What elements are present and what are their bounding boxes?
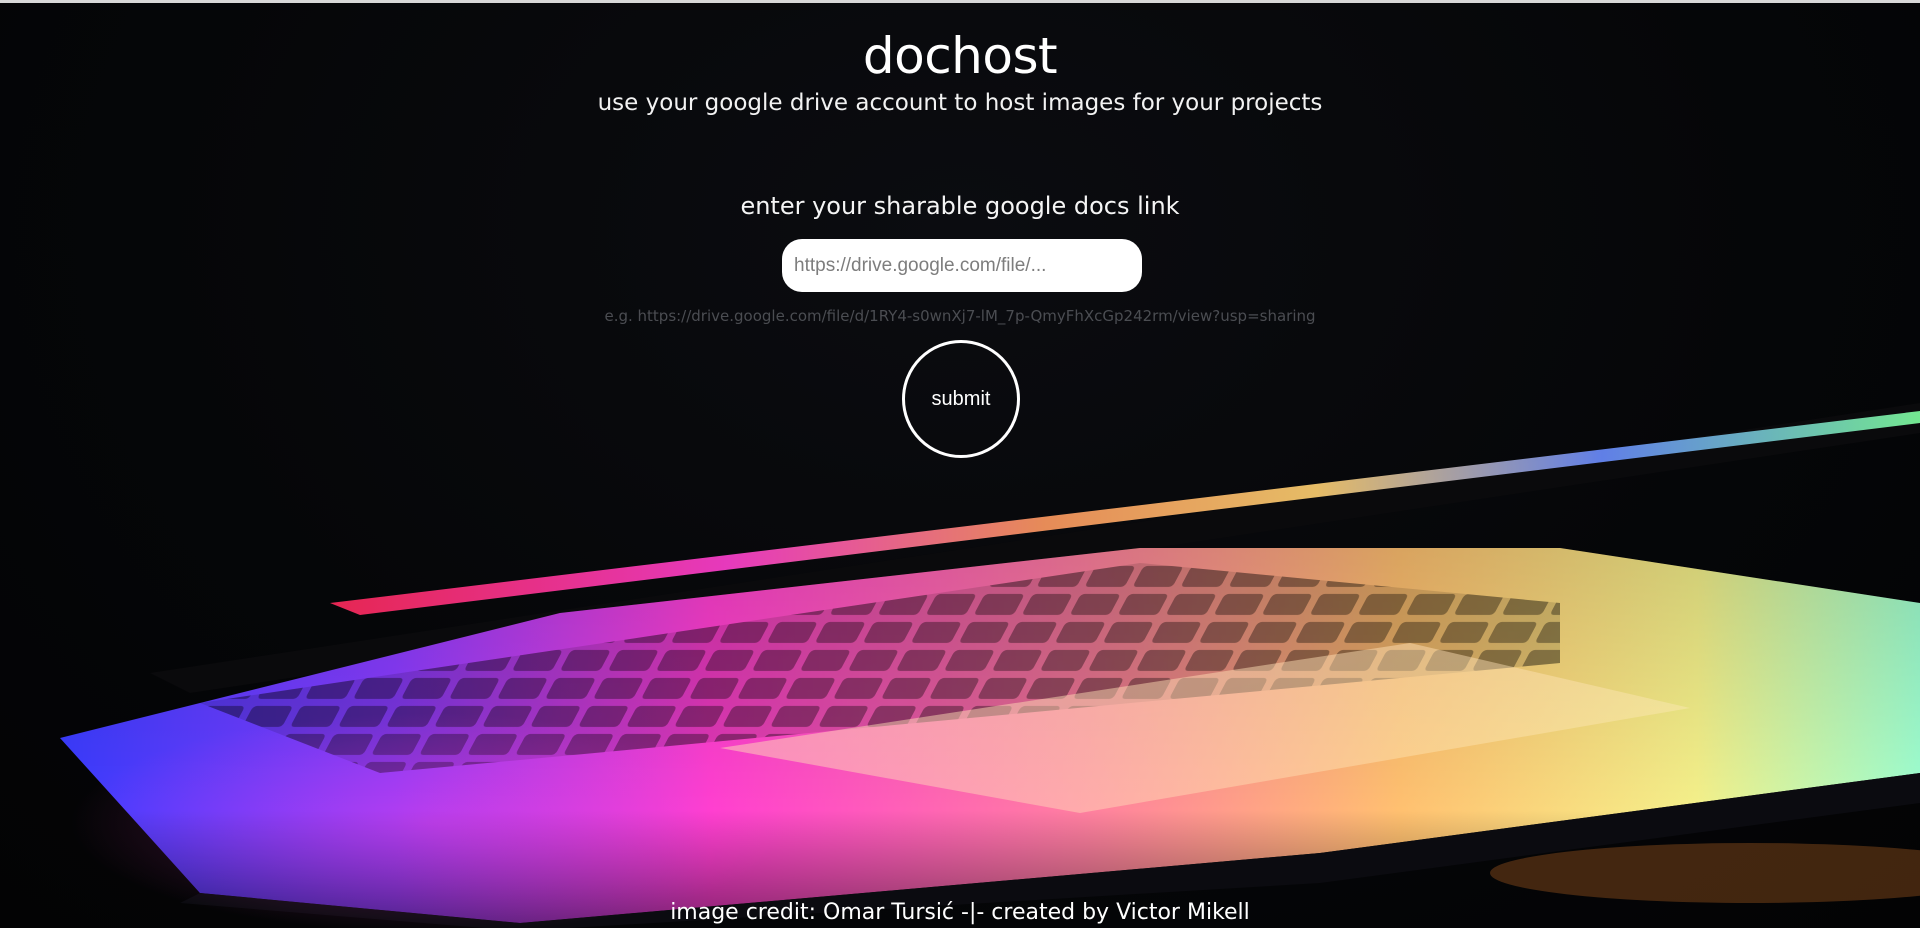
background-laptop-image bbox=[0, 3, 1920, 928]
submit-button[interactable]: submit bbox=[902, 340, 1020, 458]
sharable-link-input[interactable] bbox=[782, 239, 1142, 292]
example-link-hint: e.g. https://drive.google.com/file/d/1RY… bbox=[604, 307, 1316, 325]
site-title: dochost bbox=[862, 27, 1058, 85]
site-subtitle: use your google drive account to host im… bbox=[597, 90, 1323, 116]
laptop-illustration bbox=[60, 403, 1920, 928]
footer-credit: image credit: Omar Tursić -|- created by… bbox=[670, 900, 1250, 925]
link-input-label: enter your sharable google docs link bbox=[740, 192, 1180, 220]
